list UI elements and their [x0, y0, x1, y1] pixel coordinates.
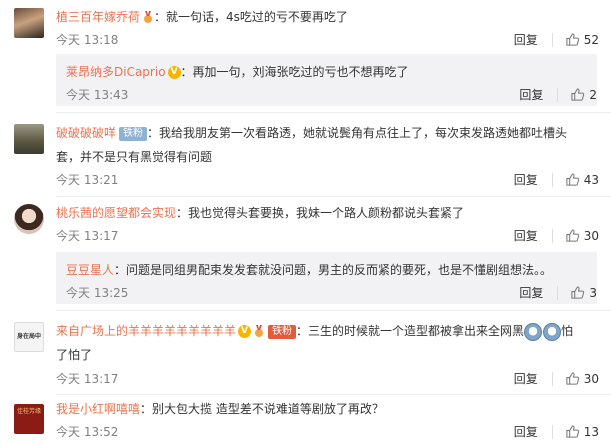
like-count: 13: [583, 424, 599, 439]
comment-author[interactable]: 植三百年嫁乔荷: [56, 10, 140, 24]
avatar-text: 身在局中: [16, 333, 41, 340]
comment-item: 佳桂芳缘 我是小红啊嘻嘻：别大包大揽 造型差不说难道等剧放了再改？ 今天 13:…: [0, 398, 611, 444]
like-count: 30: [583, 371, 599, 386]
comment-text: ：三生的时候就一个造型都被拿出来全网黑: [296, 324, 525, 338]
like-count: 43: [583, 172, 599, 187]
divider: [557, 87, 559, 102]
thumbs-up-icon: [565, 32, 580, 47]
reply-time: 今天 13:25: [66, 286, 129, 300]
divider: [551, 32, 553, 47]
vip-v-icon: V: [167, 66, 181, 79]
divider: [56, 310, 611, 311]
divider: [56, 394, 611, 395]
comment-author[interactable]: 来自广场上的羊羊羊羊羊羊羊羊羊: [56, 324, 236, 338]
like-button[interactable]: 52: [565, 32, 599, 47]
comment-item: 桃乐茜的愿望都会实现：我也觉得头套要换，我妹一个路人颜粉都说头套紧了 今天 13…: [0, 200, 611, 311]
thumbs-up-icon: [570, 87, 585, 102]
reply-button[interactable]: 回复: [514, 370, 538, 387]
like-count: 3: [589, 285, 597, 300]
avatar-text: 佳桂芳缘: [16, 408, 41, 415]
divider: [557, 285, 559, 300]
like-count: 52: [583, 32, 599, 47]
medal-icon: [255, 325, 264, 337]
fan-badge: 铁粉: [268, 324, 297, 339]
thumbs-up-icon: [565, 371, 580, 386]
reply-author[interactable]: 莱昂纳多DiCaprio: [66, 65, 166, 79]
sub-reply-panel: 豆豆星人：问题是同组男配束发发套就没问题，男主的反而紧的要死，也是不懂剧组想法。…: [56, 252, 597, 304]
fan-badge: 铁粉: [119, 126, 148, 141]
divider: [56, 196, 611, 197]
reply-text: ：问题是同组男配束发发套就没问题，男主的反而紧的要死，也是不懂剧组想法。。: [114, 263, 553, 277]
comment-author[interactable]: 破破破破咩: [56, 126, 116, 140]
like-button[interactable]: 2: [570, 87, 597, 102]
avatar[interactable]: 身在局中: [14, 322, 44, 352]
reply-button[interactable]: 回复: [514, 227, 538, 244]
comment-item: 植三百年嫁乔荷 ：就一句话，4s吃过的亏不要再吃了 今天 13:18 回复 52 …: [0, 0, 611, 113]
reply-button[interactable]: 回复: [514, 171, 538, 188]
avatar[interactable]: [14, 204, 44, 234]
emoji-icon: [524, 322, 543, 341]
comment-time: 今天 13:18: [56, 33, 119, 47]
reply-button[interactable]: 回复: [514, 423, 538, 440]
reply-button[interactable]: 回复: [519, 86, 543, 103]
comment-author[interactable]: 我是小红啊嘻嘻: [56, 402, 140, 416]
reply-time: 今天 13:43: [66, 88, 129, 102]
medal-icon: [144, 11, 153, 23]
comment-time: 今天 13:17: [56, 229, 119, 243]
comment-author[interactable]: 桃乐茜的愿望都会实现: [56, 206, 176, 220]
thumbs-up-icon: [565, 424, 580, 439]
avatar[interactable]: [14, 8, 44, 38]
reply-button[interactable]: 回复: [519, 284, 543, 301]
sub-reply-panel: 莱昂纳多DiCaprio V ：再加一句，刘海张吃过的亏也不想再吃了 今天 13:4…: [56, 54, 597, 106]
divider: [551, 228, 553, 243]
reply-author[interactable]: 豆豆星人: [66, 263, 114, 277]
like-count: 30: [583, 228, 599, 243]
comment-item: 破破破破咩 铁粉 ：我给我朋友第一次看路透，她就说鬓角有点往上了，每次束发路透她都吐…: [0, 118, 611, 197]
like-button[interactable]: 3: [570, 285, 597, 300]
reply-text: ：再加一句，刘海张吃过的亏也不想再吃了: [180, 65, 409, 79]
comment-time: 今天 13:17: [56, 372, 119, 386]
comment-text: ：别大包大揽 造型差不说难道等剧放了再改？: [140, 402, 384, 416]
comment-text: ：我给我朋友第一次看路透，她就说鬓角有点往上了，每次束发路透她都吐槽头: [147, 126, 568, 140]
comment-item: 身在局中 来自广场上的羊羊羊羊羊羊羊羊羊 V 铁粉 ：三生的时候就一个造型都被拿出来全…: [0, 316, 611, 395]
like-button[interactable]: 30: [565, 228, 599, 243]
comment-text: ：我也觉得头套要换，我妹一个路人颜粉都说头套紧了: [176, 206, 465, 220]
comment-time: 今天 13:21: [56, 173, 119, 187]
divider: [551, 172, 553, 187]
divider: [56, 112, 611, 113]
reply-button[interactable]: 回复: [514, 31, 538, 48]
avatar[interactable]: [14, 124, 44, 154]
thumbs-up-icon: [565, 228, 580, 243]
comment-text-cont: 套，并不是只有黑觉得有问题: [56, 150, 213, 164]
thumbs-up-icon: [570, 285, 585, 300]
emoji-icon: [543, 322, 562, 341]
avatar[interactable]: 佳桂芳缘: [14, 404, 44, 434]
divider: [551, 371, 553, 386]
like-button[interactable]: 43: [565, 172, 599, 187]
vip-v-icon: V: [238, 325, 252, 338]
thumbs-up-icon: [565, 172, 580, 187]
like-button[interactable]: 30: [565, 371, 599, 386]
comment-time: 今天 13:52: [56, 425, 119, 439]
divider: [551, 424, 553, 439]
like-button[interactable]: 13: [565, 424, 599, 439]
comment-text: ：就一句话，4s吃过的亏不要再吃了: [154, 10, 348, 24]
comment-text-cont: 了怕了: [56, 348, 93, 362]
like-count: 2: [589, 87, 597, 102]
comment-text-end: 怕: [561, 324, 574, 338]
